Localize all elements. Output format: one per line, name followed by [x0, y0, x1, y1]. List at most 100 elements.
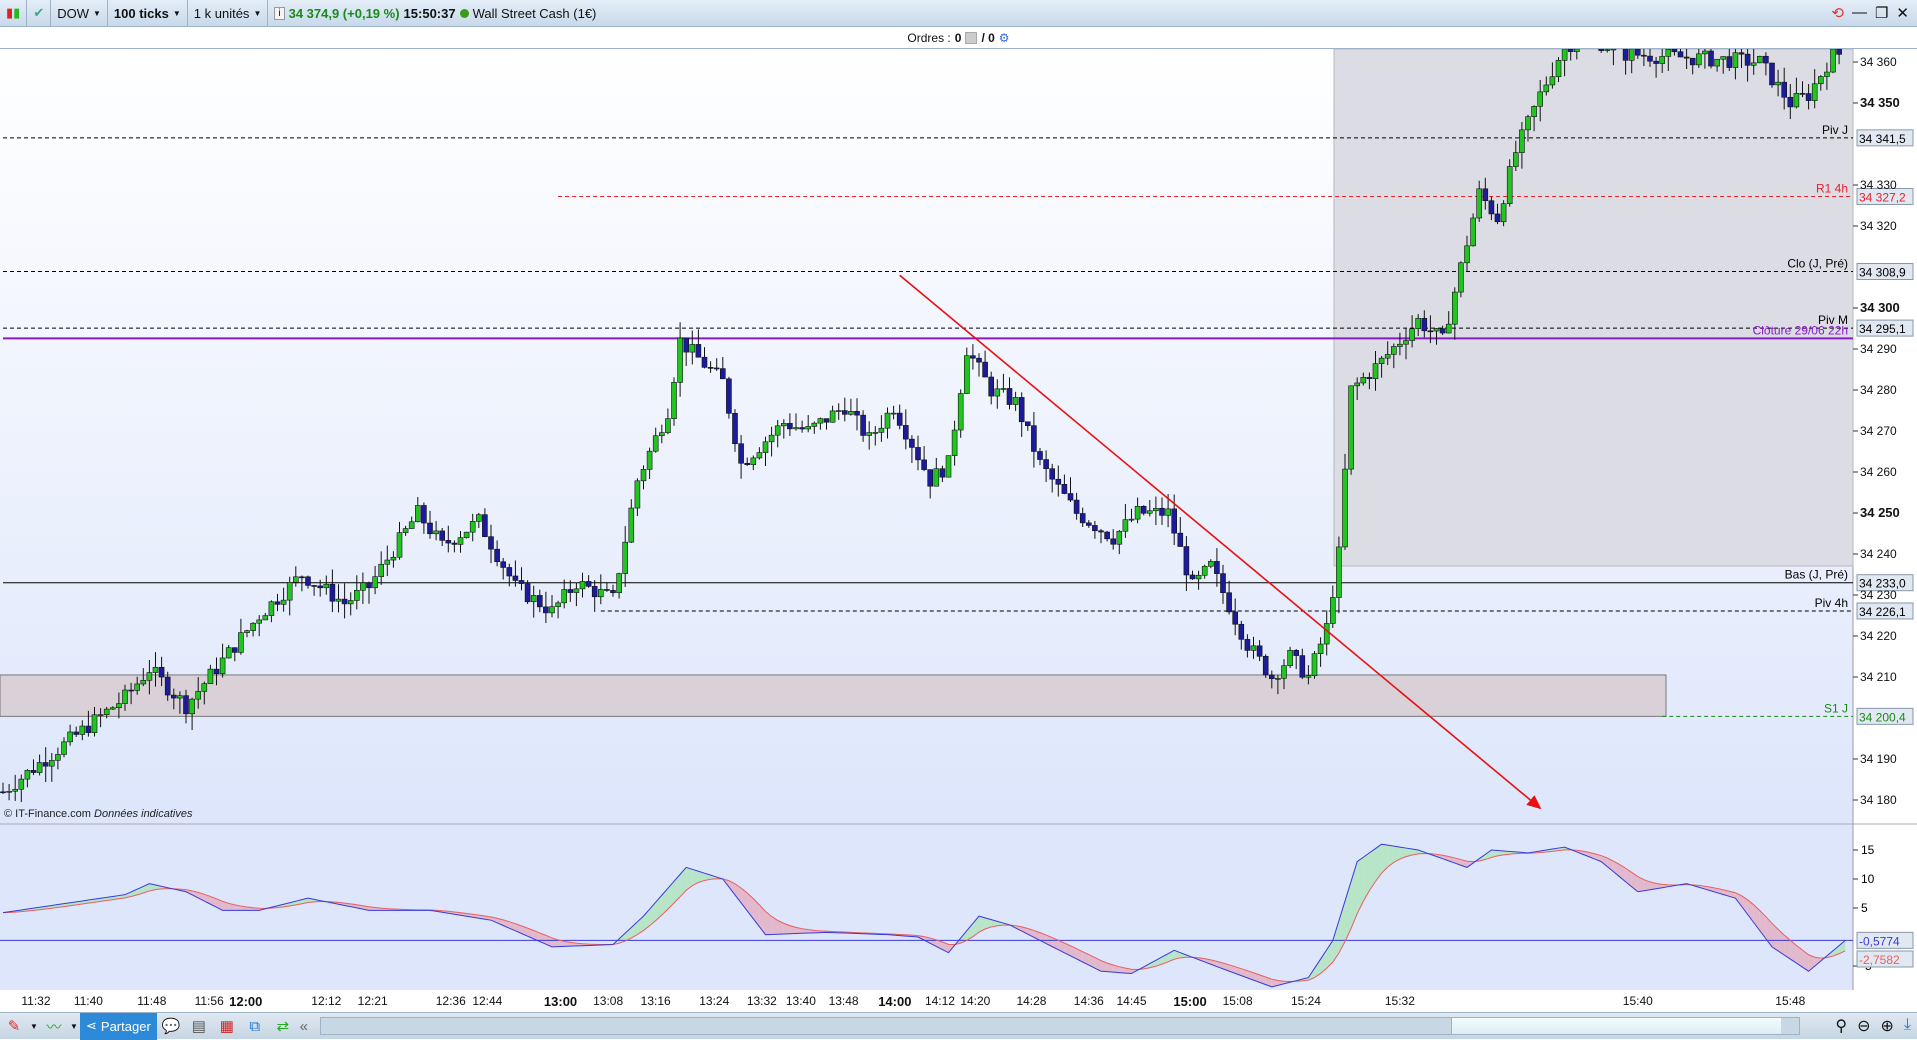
level-label: Bas (J, Pré)	[1785, 568, 1848, 582]
time-tick-label: 14:12	[925, 994, 955, 1008]
time-tick-label: 13:16	[641, 994, 671, 1008]
close-icon[interactable]: ✕	[1896, 4, 1909, 22]
candle	[1507, 159, 1512, 206]
time-tick-label: 11:48	[137, 994, 166, 1008]
chevron-down-icon[interactable]: ▼	[68, 1013, 80, 1039]
orders-count: 0	[955, 31, 962, 45]
level-label: Piv 4h	[1815, 596, 1848, 610]
osc-tick-label: 10	[1861, 872, 1875, 886]
price-tick-label: 34 190	[1860, 752, 1897, 766]
candle	[1312, 651, 1317, 679]
cancel-orders-icon[interactable]	[965, 32, 977, 44]
price-tick-label: 34 230	[1860, 588, 1897, 602]
time-tick-label: 13:00	[544, 994, 577, 1009]
price-tick-label: 34 360	[1860, 55, 1897, 69]
candle	[1349, 385, 1354, 474]
scroll-end-icon[interactable]: ⤓	[1904, 1016, 1911, 1036]
time-tick-label: 15:40	[1623, 994, 1653, 1008]
indicators-icon[interactable]: 〰	[40, 1013, 68, 1039]
time-tick-label: 13:32	[747, 994, 777, 1008]
share-button[interactable]: ⋖Partager	[80, 1013, 157, 1040]
level-value: 34 327,2	[1859, 190, 1906, 204]
candle	[1757, 56, 1762, 64]
price-tick-label: 34 260	[1860, 465, 1897, 479]
time-tick-label: 12:36	[436, 994, 466, 1008]
price-tick-label: 34 280	[1860, 383, 1897, 397]
units-select[interactable]: 1 k unités▼	[188, 0, 268, 27]
orders-bar: Ordres : 0 / 0 ⚙	[0, 27, 1917, 49]
time-axis[interactable]: 11:3211:4011:4811:5612:0012:1212:2112:36…	[0, 990, 1917, 1012]
level-value: 34 308,9	[1859, 266, 1906, 280]
drawing-tools-icon[interactable]: ✎	[0, 1013, 28, 1039]
level-value: 34 341,5	[1859, 132, 1906, 146]
price-tick-label: 34 250	[1860, 505, 1900, 520]
osc-tick-label: 15	[1861, 843, 1875, 857]
minimize-icon[interactable]: —	[1852, 4, 1867, 22]
quote-value: 34 374,9 (+0,19 %)	[289, 6, 400, 21]
price-tick-label: 34 240	[1860, 547, 1897, 561]
chat-icon[interactable]: 💬	[157, 1013, 185, 1039]
time-tick-label: 12:12	[311, 994, 341, 1008]
candle	[1471, 213, 1476, 246]
time-tick-label: 15:00	[1173, 994, 1206, 1009]
osc-value: -0,5774	[1859, 934, 1900, 948]
orderbook-icon[interactable]: ▦	[213, 1013, 241, 1039]
time-tick-label: 11:56	[195, 994, 224, 1008]
price-tick-label: 34 180	[1860, 793, 1897, 807]
market-name: Wall Street Cash (1€)	[473, 6, 597, 21]
price-tick-label: 34 210	[1860, 670, 1897, 684]
restore-icon[interactable]: ❐	[1875, 4, 1888, 22]
settings-gears-icon[interactable]: ⚙	[999, 31, 1010, 45]
horizontal-scrollbar[interactable]	[320, 1017, 1800, 1035]
price-tick-label: 34 220	[1860, 629, 1897, 643]
watermark: © IT-Finance.com Données indicatives	[4, 808, 192, 820]
level-value: 34 226,1	[1859, 605, 1906, 619]
interval-label: 100 ticks	[114, 6, 169, 21]
watermark-note: Données indicatives	[94, 808, 192, 820]
refresh-icon[interactable]: ⟲	[1831, 4, 1844, 22]
info-icon[interactable]: i	[274, 7, 284, 20]
symbol-select[interactable]: DOW▼	[51, 0, 107, 27]
multi-chart-icon[interactable]: ⧉	[241, 1013, 269, 1039]
top-toolbar: ▮▮ ✔ DOW▼ 100 ticks ▼ 1 k unités▼ i 34 37…	[0, 0, 1917, 27]
time-tick-label: 15:32	[1385, 994, 1415, 1008]
watermark-site: © IT-Finance.com	[4, 808, 91, 820]
chevron-down-icon[interactable]: ▼	[28, 1013, 40, 1039]
zoom-out-icon[interactable]: ⊖	[1857, 1016, 1870, 1036]
report-icon[interactable]: ▤	[185, 1013, 213, 1039]
price-tick-label: 34 330	[1860, 178, 1897, 192]
alert-button[interactable]: ✔	[27, 0, 50, 27]
price-tick-label: 34 270	[1860, 424, 1897, 438]
price-tick-label: 34 290	[1860, 342, 1897, 356]
chart-type-button[interactable]: ▮▮	[0, 0, 26, 27]
time-tick-label: 12:44	[472, 994, 502, 1008]
time-tick-label: 13:40	[786, 994, 816, 1008]
collapse-icon[interactable]: «	[297, 1013, 311, 1039]
quote-time: 15:50:37	[404, 6, 456, 21]
candle	[946, 455, 951, 477]
candle	[525, 580, 530, 604]
level-value: 34 295,1	[1859, 322, 1906, 336]
support-zone[interactable]	[0, 675, 1666, 716]
orders-label: Ordres :	[907, 31, 950, 45]
time-tick-label: 12:00	[229, 994, 262, 1009]
level-label: Clo (J, Pré)	[1787, 257, 1848, 271]
chart-canvas[interactable]: Piv J34 341,5R1 4h34 327,2Clo (J, Pré)34…	[0, 0, 1917, 1039]
time-tick-label: 14:20	[960, 994, 990, 1008]
zoom-in-icon[interactable]: ⊕	[1881, 1016, 1894, 1036]
interval-select[interactable]: 100 ticks ▼	[108, 0, 187, 27]
time-tick-label: 14:36	[1074, 994, 1104, 1008]
level-label: S1 J	[1824, 701, 1848, 715]
symbol-label: DOW	[57, 6, 89, 21]
zoom-fit-icon[interactable]: ⚲	[1835, 1016, 1847, 1036]
level-label: Piv J	[1822, 123, 1848, 137]
scrollbar-thumb[interactable]	[1451, 1018, 1781, 1034]
session-shade	[1334, 49, 1853, 566]
compare-icon[interactable]: ⇄	[269, 1013, 297, 1039]
time-tick-label: 14:28	[1016, 994, 1046, 1008]
price-tick-label: 34 350	[1860, 95, 1900, 110]
units-label: 1 k unités	[194, 6, 250, 21]
chevron-down-icon: ▼	[173, 9, 181, 18]
time-tick-label: 13:24	[699, 994, 729, 1008]
market-status-icon	[460, 9, 469, 18]
